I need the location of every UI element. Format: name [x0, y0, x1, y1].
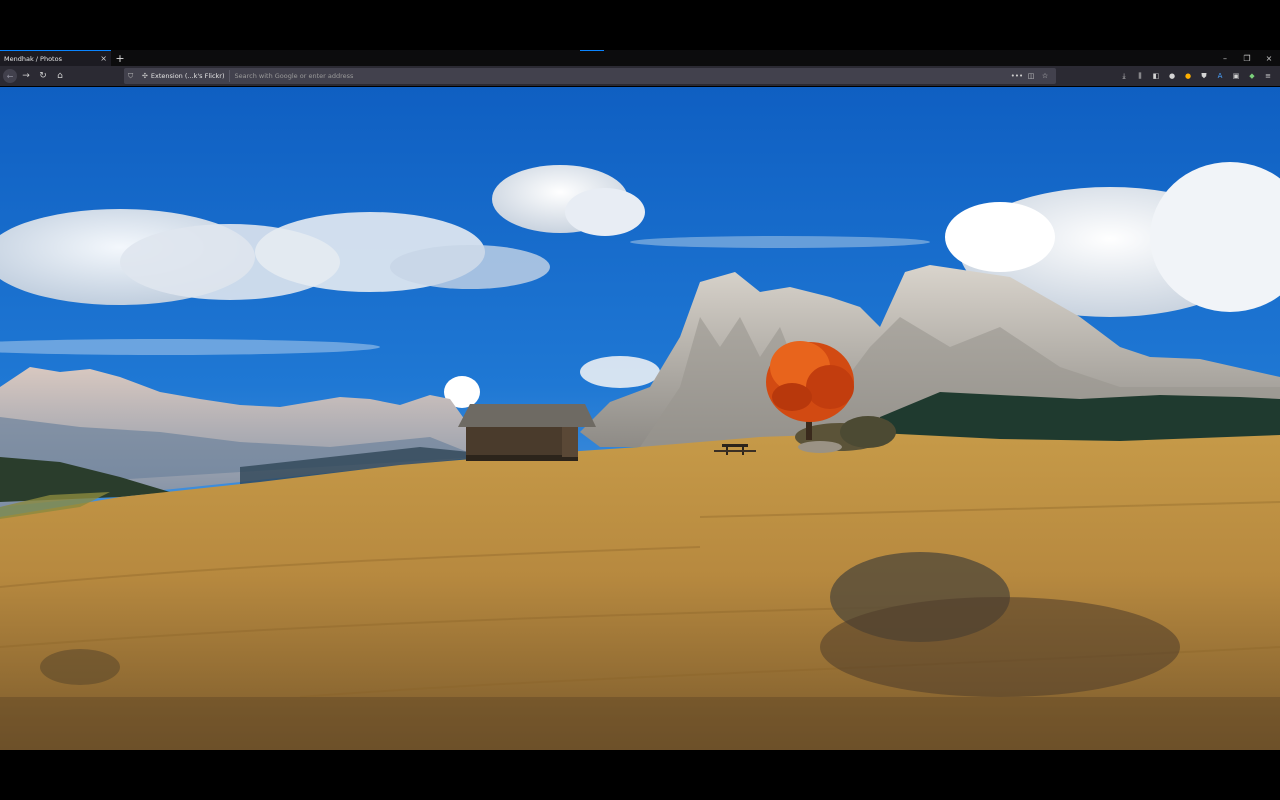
navigation-toolbar: ← → ↻ ⌂ ⛉ ✣ Extension (...k's Flickr) ••… — [0, 66, 1280, 86]
reload-icon[interactable]: ↻ — [35, 68, 51, 84]
page-actions-icon[interactable]: ••• — [1010, 72, 1024, 80]
extension-orange-icon[interactable]: ● — [1180, 69, 1196, 83]
library-icon[interactable]: ⫼ — [1132, 69, 1148, 83]
menu-icon[interactable]: ≡ — [1260, 69, 1276, 83]
new-tab-button[interactable]: + — [111, 50, 129, 66]
landscape-photo — [0, 87, 1280, 750]
restore-icon[interactable]: ❐ — [1236, 50, 1258, 66]
puzzle-icon: ✣ — [142, 72, 148, 80]
tracking-shield-icon[interactable]: ⛉ — [128, 72, 138, 81]
address-bar[interactable]: ⛉ ✣ Extension (...k's Flickr) ••• ◫ ☆ — [124, 68, 1056, 84]
tab-mendhak-photos[interactable]: Mendhak / Photos × — [0, 50, 111, 66]
url-actions: ••• ◫ ☆ — [1010, 72, 1056, 80]
tab-strip: Mendhak / Photos × + – ❐ × — [0, 50, 1280, 66]
pocket-icon[interactable]: ◫ — [1024, 72, 1038, 80]
home-icon[interactable]: ⌂ — [52, 68, 68, 84]
window-controls: – ❐ × — [1214, 50, 1280, 66]
forward-arrow-icon[interactable]: → — [18, 68, 34, 84]
url-input[interactable] — [229, 71, 1010, 81]
download-icon[interactable]: ⤓ — [1116, 69, 1132, 83]
extension-label: Extension (...k's Flickr) — [150, 72, 225, 80]
minimize-icon[interactable]: – — [1214, 50, 1236, 66]
toolbar-icons: ⤓ ⫼ ◧ ● ● ⛊ A ▣ ◆ ≡ — [1116, 69, 1276, 83]
account-icon[interactable]: ● — [1164, 69, 1180, 83]
landscape-photo-drawing — [0, 87, 1280, 750]
tab-close-icon[interactable]: × — [100, 54, 107, 63]
desktop-screen: Mendhak / Photos × + – ❐ × ← → ↻ ⌂ ⛉ ✣ E… — [0, 0, 1280, 800]
wooden-hut — [458, 404, 596, 461]
tab-loading-indicator — [580, 50, 604, 51]
sidebar-icon[interactable]: ◧ — [1148, 69, 1164, 83]
tab-title: Mendhak / Photos — [4, 54, 62, 63]
translate-icon[interactable]: A — [1212, 69, 1228, 83]
screenshot-icon[interactable]: ▣ — [1228, 69, 1244, 83]
bookmark-star-icon[interactable]: ☆ — [1038, 72, 1052, 80]
shield-extension-icon[interactable]: ⛊ — [1196, 69, 1212, 83]
back-arrow-icon[interactable]: ← — [3, 69, 17, 83]
window-close-icon[interactable]: × — [1258, 50, 1280, 66]
extension-dark-icon[interactable]: ◆ — [1244, 69, 1260, 83]
extension-identity-chip[interactable]: ✣ Extension (...k's Flickr) — [138, 70, 230, 82]
